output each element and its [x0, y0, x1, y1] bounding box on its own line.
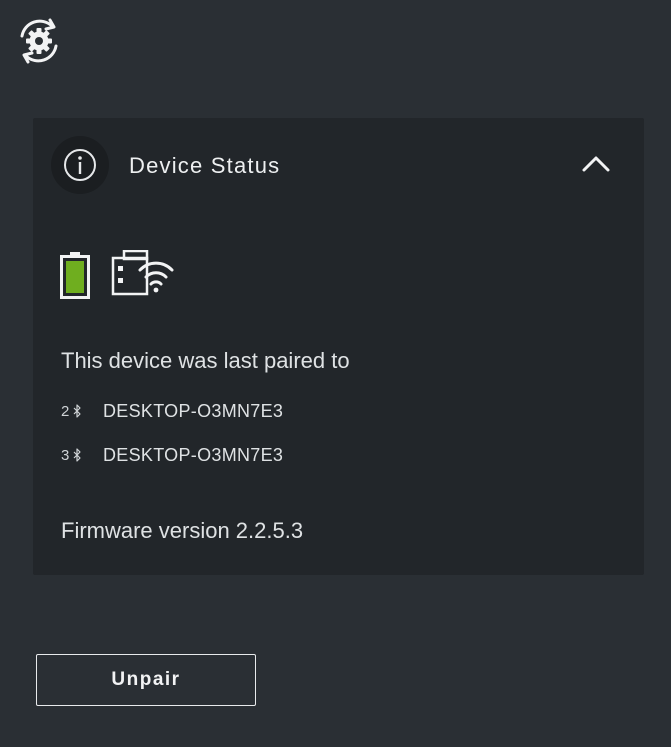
paired-device-row: 3 DESKTOP-O3MN7E3 [61, 443, 283, 467]
paired-device-row: 2 DESKTOP-O3MN7E3 [61, 399, 283, 423]
paired-label: This device was last paired to [61, 348, 350, 373]
info-icon [64, 149, 96, 181]
channel-number: 3 [61, 446, 70, 464]
device-status-header[interactable]: Device Status [33, 118, 644, 214]
paired-device-name: DESKTOP-O3MN7E3 [103, 400, 284, 421]
settings-sync-button[interactable] [14, 16, 64, 66]
bluetooth-icon [73, 448, 81, 462]
chevron-up-icon[interactable] [581, 152, 611, 174]
battery-level-fill [66, 261, 84, 293]
device-status-card: Device Status This device was last paire… [33, 118, 644, 575]
bluetooth-icon [73, 404, 81, 418]
card-title: Device Status [129, 153, 281, 178]
wireless-receiver-icon [111, 250, 174, 296]
unpair-button[interactable]: Unpair [36, 654, 256, 706]
battery-icon [60, 252, 90, 299]
settings-sync-icon [20, 18, 58, 64]
paired-device-name: DESKTOP-O3MN7E3 [103, 444, 284, 465]
firmware-version: Firmware version 2.2.5.3 [61, 518, 304, 543]
info-badge [51, 136, 109, 194]
channel-number: 2 [61, 402, 70, 420]
